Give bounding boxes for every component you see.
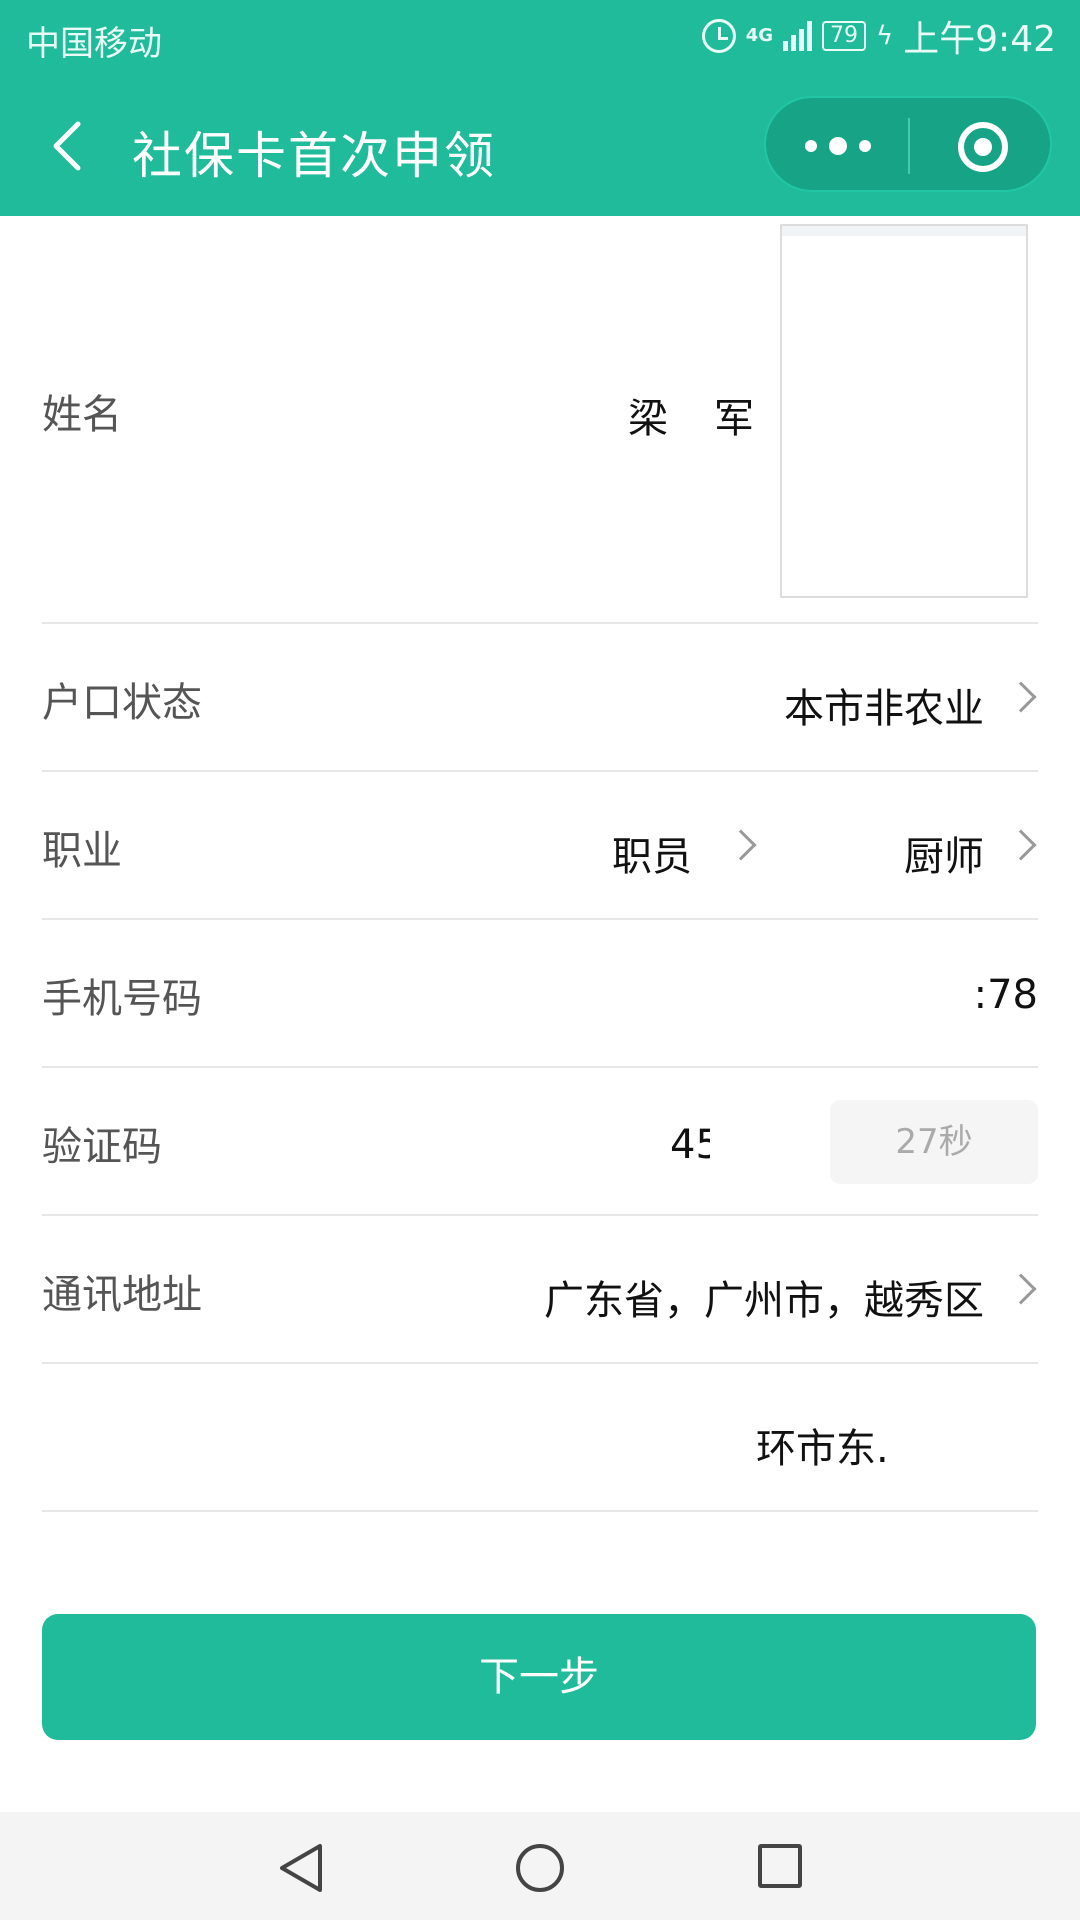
network-type: 4G bbox=[745, 25, 773, 46]
chevron-right-icon bbox=[1005, 681, 1037, 713]
name-label: 姓名 bbox=[42, 392, 122, 438]
status-bar: 中国移动 4G 79 ϟ 上午9:42 bbox=[0, 0, 1080, 76]
status-time: 上午9:42 bbox=[903, 19, 1056, 60]
code-row: 验证码 456 27秒 bbox=[42, 1068, 1038, 1216]
mini-program-capsule bbox=[764, 96, 1052, 192]
street-row: 环市东. bbox=[42, 1364, 1038, 1512]
top-bar: 中国移动 4G 79 ϟ 上午9:42 社保卡首次申领 bbox=[0, 0, 1080, 216]
capsule-divider bbox=[908, 118, 910, 174]
phone-row: 手机号码 1:78 bbox=[42, 920, 1038, 1068]
redaction-mask bbox=[814, 960, 970, 1028]
occupation-label: 职业 bbox=[42, 828, 122, 874]
chevron-right-icon bbox=[725, 829, 757, 861]
target-icon[interactable] bbox=[958, 122, 1008, 172]
address-row[interactable]: 通讯地址 广东省，广州市，越秀区 bbox=[42, 1216, 1038, 1364]
page-header: 社保卡首次申领 bbox=[0, 76, 1080, 216]
chevron-right-icon bbox=[1005, 829, 1037, 861]
address-region-value: 广东省，广州市，越秀区 bbox=[544, 1278, 984, 1324]
name-value: 梁军 bbox=[628, 396, 800, 442]
code-label: 验证码 bbox=[42, 1124, 162, 1170]
name-row: 姓名 梁军 bbox=[42, 216, 1038, 624]
nav-recent-apps-icon[interactable] bbox=[758, 1844, 802, 1888]
occupation-category-select[interactable]: 职员 bbox=[612, 824, 692, 882]
carrier-name: 中国移动 bbox=[26, 24, 162, 64]
chevron-right-icon bbox=[1005, 1273, 1037, 1305]
hukou-value: 本市非农业 bbox=[784, 686, 984, 732]
occupation-row: 职业 职员 厨师 bbox=[42, 772, 1038, 920]
id-photo[interactable] bbox=[780, 224, 1028, 598]
hukou-row[interactable]: 户口状态 本市非农业 bbox=[42, 624, 1038, 772]
battery-icon: 79 bbox=[822, 21, 866, 51]
resend-countdown-button[interactable]: 27秒 bbox=[830, 1100, 1038, 1184]
status-icons: 4G 79 ϟ 上午9:42 bbox=[701, 14, 1056, 60]
charging-icon: ϟ bbox=[876, 21, 894, 51]
hukou-label: 户口状态 bbox=[42, 680, 202, 726]
application-form: 姓名 梁军 户口状态 本市非农业 职业 职员 厨师 手机号码 1:78 验证码 … bbox=[42, 216, 1038, 1512]
redaction-mask bbox=[710, 1108, 762, 1176]
page-title: 社保卡首次申领 bbox=[132, 127, 496, 185]
next-button[interactable]: 下一步 bbox=[42, 1614, 1036, 1740]
network-indicator: 4G bbox=[746, 27, 773, 45]
system-nav-bar bbox=[0, 1812, 1080, 1920]
signal-icon bbox=[783, 21, 812, 51]
back-icon[interactable] bbox=[48, 118, 92, 174]
alarm-icon bbox=[701, 19, 736, 53]
occupation-detail-select[interactable]: 厨师 bbox=[904, 824, 984, 882]
more-icon[interactable] bbox=[796, 128, 880, 164]
street-address-field[interactable]: 环市东. bbox=[756, 1416, 889, 1474]
redaction-mask bbox=[898, 1404, 1038, 1472]
phone-label: 手机号码 bbox=[42, 976, 202, 1022]
nav-back-icon[interactable] bbox=[276, 1842, 326, 1894]
battery-level: 79 bbox=[830, 23, 858, 48]
nav-home-icon[interactable] bbox=[516, 1844, 564, 1892]
address-label: 通讯地址 bbox=[42, 1272, 202, 1318]
